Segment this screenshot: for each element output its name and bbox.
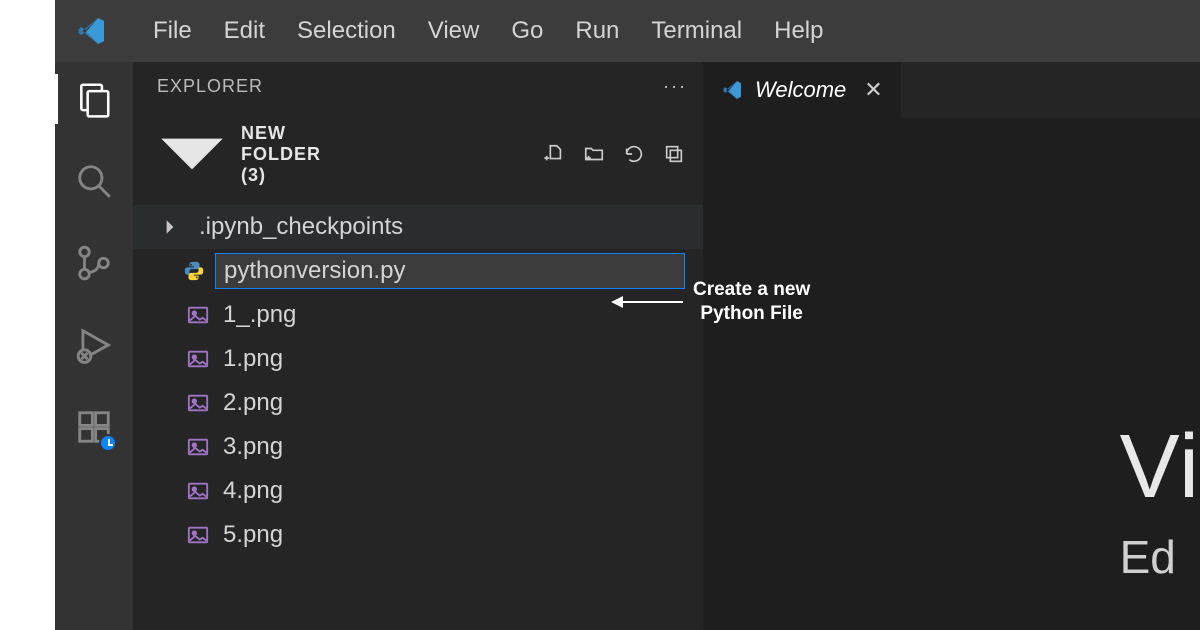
tree-item-label: 5.png	[223, 521, 283, 549]
image-file-icon	[187, 524, 209, 546]
vscode-logo-icon	[721, 79, 743, 101]
file-tree: .ipynb_checkpoints 1_.png 1.png	[133, 203, 703, 557]
vscode-logo-icon	[75, 15, 107, 47]
tab-bar: Welcome ✕	[703, 62, 1200, 118]
vscode-window: File Edit Selection View Go Run Terminal…	[55, 0, 1200, 630]
tree-item-label: 2.png	[223, 389, 283, 417]
menu-go[interactable]: Go	[511, 17, 543, 45]
tree-file[interactable]: 1_.png	[133, 293, 703, 337]
activity-run-debug-icon[interactable]	[75, 326, 113, 364]
tree-new-file-row	[133, 249, 703, 293]
editor-area: Welcome ✕ Vi Ed	[703, 62, 1200, 630]
refresh-icon[interactable]	[623, 143, 645, 165]
chevron-right-icon	[161, 218, 179, 236]
tree-file[interactable]: 1.png	[133, 337, 703, 381]
tree-file[interactable]: 3.png	[133, 425, 703, 469]
menu-help[interactable]: Help	[774, 17, 823, 45]
menu-edit[interactable]: Edit	[224, 17, 265, 45]
tree-item-label: .ipynb_checkpoints	[199, 213, 403, 241]
clock-badge-icon	[99, 434, 117, 452]
image-file-icon	[187, 480, 209, 502]
tree-file[interactable]: 5.png	[133, 513, 703, 557]
tree-item-label: 1_.png	[223, 301, 296, 329]
welcome-page: Vi Ed	[1120, 422, 1200, 584]
activity-bar	[55, 62, 133, 630]
sidebar-header: EXPLORER ···	[133, 62, 703, 103]
tree-item-label: 4.png	[223, 477, 283, 505]
activity-search-icon[interactable]	[75, 162, 113, 200]
image-file-icon	[187, 392, 209, 414]
menu-selection[interactable]: Selection	[297, 17, 396, 45]
tree-item-label: 1.png	[223, 345, 283, 373]
chevron-down-icon	[151, 113, 233, 195]
tree-file[interactable]: 2.png	[133, 381, 703, 425]
tree-item-label: 3.png	[223, 433, 283, 461]
tree-folder-ipynb-checkpoints[interactable]: .ipynb_checkpoints	[133, 205, 703, 249]
image-file-icon	[187, 304, 209, 326]
welcome-subheading: Ed	[1120, 530, 1200, 584]
menu-file[interactable]: File	[153, 17, 192, 45]
tree-file[interactable]: 4.png	[133, 469, 703, 513]
sidebar-title: EXPLORER	[157, 76, 263, 97]
sidebar-more-icon[interactable]: ···	[663, 76, 687, 97]
folder-header[interactable]: NEW FOLDER (3)	[133, 103, 703, 203]
menu-terminal[interactable]: Terminal	[651, 17, 742, 45]
collapse-all-icon[interactable]	[663, 143, 685, 165]
new-folder-icon[interactable]	[583, 143, 605, 165]
python-file-icon	[183, 260, 205, 282]
activity-extensions-icon[interactable]	[75, 408, 113, 446]
folder-actions	[543, 143, 685, 165]
tab-label: Welcome	[755, 77, 846, 103]
activity-explorer-icon[interactable]	[75, 80, 113, 118]
image-file-icon	[187, 436, 209, 458]
menu-view[interactable]: View	[428, 17, 480, 45]
menubar: File Edit Selection View Go Run Terminal…	[55, 0, 1200, 62]
close-tab-icon[interactable]: ✕	[864, 77, 882, 103]
tab-welcome[interactable]: Welcome ✕	[703, 62, 902, 118]
activity-source-control-icon[interactable]	[75, 244, 113, 282]
folder-name: NEW FOLDER (3)	[241, 123, 321, 186]
menu-run[interactable]: Run	[575, 17, 619, 45]
welcome-heading: Vi	[1120, 422, 1200, 512]
new-file-name-input[interactable]	[215, 253, 685, 289]
explorer-sidebar: EXPLORER ··· NEW FOLDER (3) .ipy	[133, 62, 703, 630]
new-file-icon[interactable]	[543, 143, 565, 165]
image-file-icon	[187, 348, 209, 370]
main-body: EXPLORER ··· NEW FOLDER (3) .ipy	[55, 62, 1200, 630]
